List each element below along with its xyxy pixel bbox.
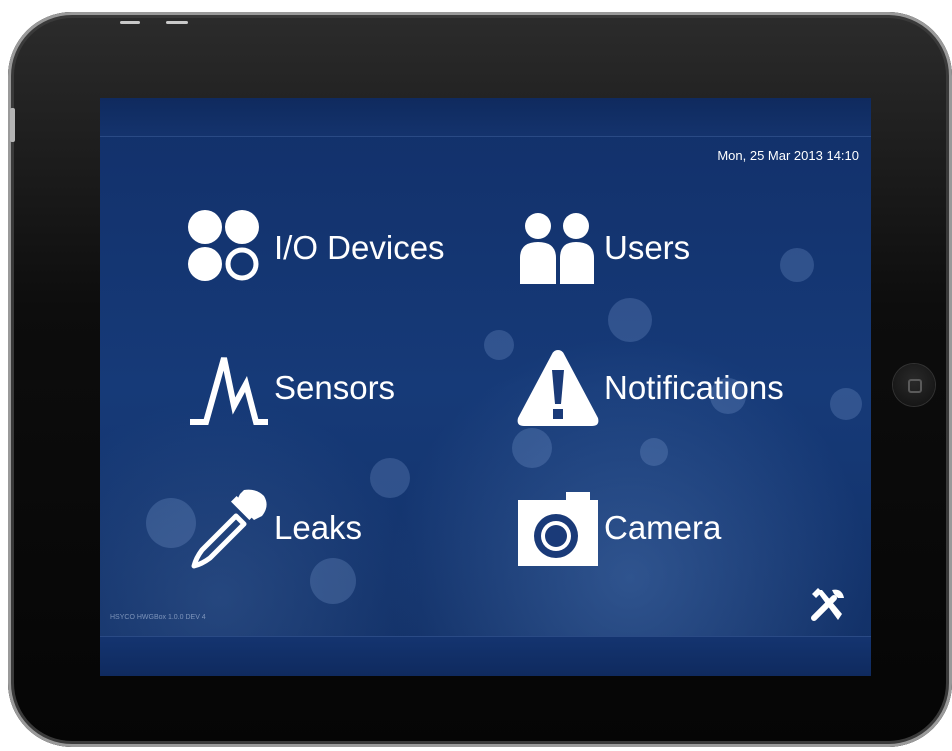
bokeh-decoration [640,438,668,466]
sensors-icon [186,346,270,430]
menu-leaks-label: Leaks [274,509,363,546]
bottom-bar [100,636,871,676]
users-icon [516,206,600,290]
home-button[interactable] [893,364,935,406]
menu-camera-label: Camera [604,509,722,546]
app-screen: Mon, 25 Mar 2013 14:10 I/O Devices Users [100,98,871,676]
menu-users[interactable]: Users [516,206,690,290]
top-button [120,21,140,24]
menu-users-label: Users [604,229,691,266]
bokeh-decoration [780,248,814,282]
menu-io-devices[interactable]: I/O Devices [186,206,445,290]
dropper-icon [186,486,270,570]
menu-notifications-label: Notifications [604,369,784,406]
camera-icon [516,486,600,570]
warning-icon [516,346,600,430]
top-bar [100,98,871,137]
bokeh-decoration [830,388,862,420]
bokeh-decoration [608,298,652,342]
menu-sensors-label: Sensors [274,369,396,406]
bokeh-decoration [512,428,552,468]
top-button [166,21,188,24]
settings-button[interactable] [808,584,848,624]
bokeh-decoration [370,458,410,498]
side-switch [10,108,15,142]
menu-io-devices-label: I/O Devices [274,229,445,266]
menu-camera[interactable]: Camera [516,486,721,570]
version-label: HSYCO HWGBox 1.0.0 DEV 4 [110,614,206,621]
tools-icon [808,584,848,624]
menu-notifications[interactable]: Notifications [516,346,784,430]
menu-leaks[interactable]: Leaks [186,486,362,570]
date-time: Mon, 25 Mar 2013 14:10 [717,148,859,163]
menu-sensors[interactable]: Sensors [186,346,395,430]
bokeh-decoration [484,330,514,360]
io-devices-icon [186,206,270,290]
